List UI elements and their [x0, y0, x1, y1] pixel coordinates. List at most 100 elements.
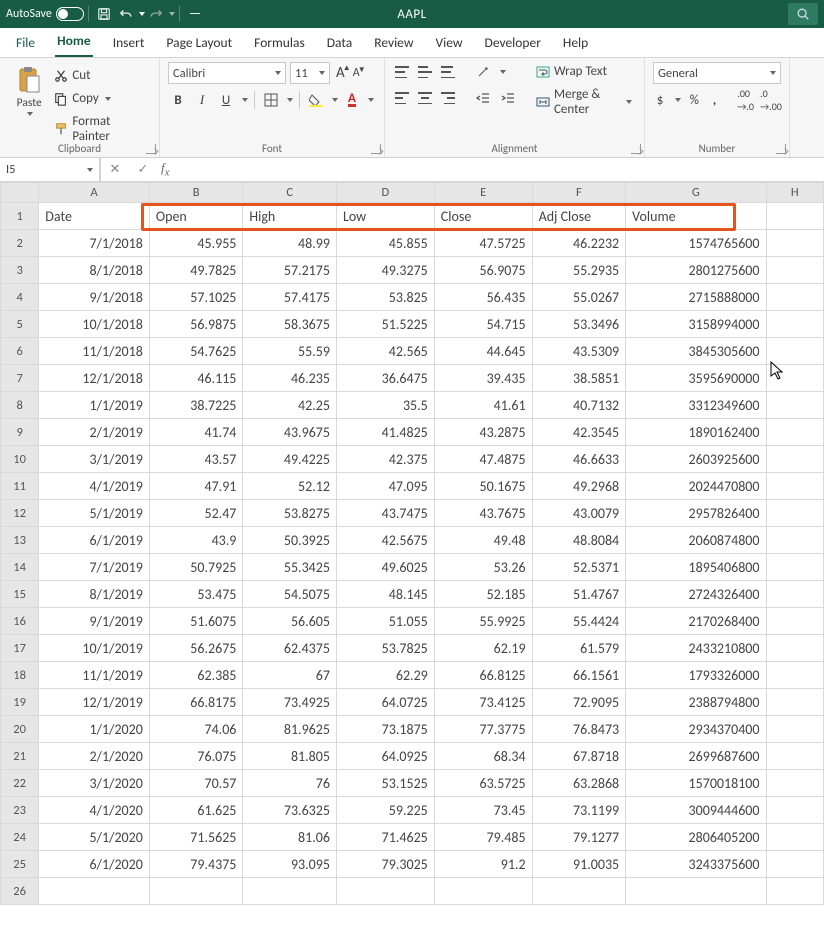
cell[interactable]: 53.8275	[243, 500, 337, 527]
cell[interactable]: 43.7475	[336, 500, 434, 527]
column-header[interactable]: F	[532, 183, 626, 203]
cell[interactable]: 74.06	[149, 716, 243, 743]
cell[interactable]: 76.075	[149, 743, 243, 770]
cell[interactable]: 3/1/2020	[39, 770, 150, 797]
cell[interactable]: 1574765600	[626, 230, 766, 257]
row-header[interactable]: 3	[1, 257, 39, 284]
row-header[interactable]: 19	[1, 689, 39, 716]
row-header[interactable]: 8	[1, 392, 39, 419]
cell[interactable]: 2806405200	[626, 824, 766, 851]
cell[interactable]	[766, 527, 824, 554]
cell[interactable]: 47.095	[336, 473, 434, 500]
cell[interactable]: 57.1025	[149, 284, 243, 311]
cell[interactable]: 79.485	[434, 824, 532, 851]
cancel-formula-button[interactable]: ✕	[101, 162, 129, 177]
decrease-indent-icon[interactable]	[473, 88, 493, 108]
cell[interactable]: 11/1/2018	[39, 338, 150, 365]
cell[interactable]: 50.3925	[243, 527, 337, 554]
cell[interactable]: 1570018100	[626, 770, 766, 797]
cell[interactable]: 53.475	[149, 581, 243, 608]
row-header[interactable]: 21	[1, 743, 39, 770]
row-header[interactable]: 20	[1, 716, 39, 743]
cell[interactable]: 47.91	[149, 473, 243, 500]
cell[interactable]: Close	[434, 203, 532, 230]
cell[interactable]: 71.4625	[336, 824, 434, 851]
cell[interactable]: 2934370400	[626, 716, 766, 743]
clipboard-launcher[interactable]	[146, 144, 156, 154]
merge-center-button[interactable]: Merge & Center	[532, 85, 636, 119]
cell[interactable]: 61.579	[532, 635, 626, 662]
fill-dropdown[interactable]	[332, 98, 338, 102]
cell[interactable]	[766, 716, 824, 743]
alignment-launcher[interactable]	[631, 144, 641, 154]
cell[interactable]: 57.4175	[243, 284, 337, 311]
cell[interactable]: 41.61	[434, 392, 532, 419]
cell[interactable]: 52.12	[243, 473, 337, 500]
borders-dropdown[interactable]	[287, 98, 293, 102]
cell[interactable]: 46.115	[149, 365, 243, 392]
cell[interactable]: 63.2868	[532, 770, 626, 797]
cell[interactable]: 2724326400	[626, 581, 766, 608]
cell[interactable]: 7/1/2019	[39, 554, 150, 581]
cell[interactable]: 81.805	[243, 743, 337, 770]
cell[interactable]: 55.9925	[434, 608, 532, 635]
cell[interactable]: 49.7825	[149, 257, 243, 284]
column-header[interactable]: E	[434, 183, 532, 203]
cell[interactable]	[766, 392, 824, 419]
column-header[interactable]: B	[149, 183, 243, 203]
row-header[interactable]: 16	[1, 608, 39, 635]
cell[interactable]	[766, 554, 824, 581]
cell[interactable]: 2433210800	[626, 635, 766, 662]
cell[interactable]: 10/1/2019	[39, 635, 150, 662]
cell[interactable]: 77.3775	[434, 716, 532, 743]
cut-button[interactable]: Cut	[50, 66, 151, 85]
number-format-combo[interactable]: General	[653, 62, 781, 84]
cell[interactable]: 5/1/2020	[39, 824, 150, 851]
row-header[interactable]: 11	[1, 473, 39, 500]
cell[interactable]: 46.6633	[532, 446, 626, 473]
cell[interactable]: 54.715	[434, 311, 532, 338]
row-header[interactable]: 26	[1, 878, 39, 905]
row-header[interactable]: 7	[1, 365, 39, 392]
cell[interactable]: 46.2232	[532, 230, 626, 257]
cell[interactable]: 41.4825	[336, 419, 434, 446]
cell[interactable]: 8/1/2018	[39, 257, 150, 284]
cell[interactable]: 1895406800	[626, 554, 766, 581]
tab-developer[interactable]: Developer	[483, 30, 543, 57]
cell[interactable]: 45.955	[149, 230, 243, 257]
cell[interactable]: 49.4225	[243, 446, 337, 473]
column-header[interactable]: H	[766, 183, 824, 203]
cell[interactable]	[434, 878, 532, 905]
cell[interactable]: 53.7825	[336, 635, 434, 662]
cell[interactable]: 56.2675	[149, 635, 243, 662]
cell[interactable]: 3158994000	[626, 311, 766, 338]
tab-view[interactable]: View	[433, 30, 464, 57]
cell[interactable]: 38.7225	[149, 392, 243, 419]
tab-home[interactable]: Home	[55, 28, 93, 57]
cell[interactable]: 10/1/2018	[39, 311, 150, 338]
underline-dropdown[interactable]	[242, 98, 248, 102]
cell[interactable]: 47.5725	[434, 230, 532, 257]
row-header[interactable]: 25	[1, 851, 39, 878]
cell[interactable]: 42.3545	[532, 419, 626, 446]
select-all-corner[interactable]	[1, 183, 39, 203]
enter-formula-button[interactable]: ✓	[129, 162, 157, 177]
accounting-format-button[interactable]: $	[653, 90, 667, 110]
tab-page-layout[interactable]: Page Layout	[164, 30, 234, 57]
cell[interactable]: 70.57	[149, 770, 243, 797]
cell[interactable]: 3312349600	[626, 392, 766, 419]
align-middle-icon[interactable]	[416, 64, 434, 80]
tab-help[interactable]: Help	[561, 30, 590, 57]
percent-format-button[interactable]: %	[687, 90, 701, 110]
paste-button[interactable]: Paste	[8, 62, 50, 141]
cell[interactable]: 3595690000	[626, 365, 766, 392]
tab-formulas[interactable]: Formulas	[252, 30, 307, 57]
cell[interactable]: 2388794800	[626, 689, 766, 716]
cell[interactable]: 39.435	[434, 365, 532, 392]
cell[interactable]: 50.7925	[149, 554, 243, 581]
row-header[interactable]: 2	[1, 230, 39, 257]
cell[interactable]: 47.4875	[434, 446, 532, 473]
cell[interactable]: 55.59	[243, 338, 337, 365]
cell[interactable]: 44.645	[434, 338, 532, 365]
cell[interactable]: 42.5675	[336, 527, 434, 554]
